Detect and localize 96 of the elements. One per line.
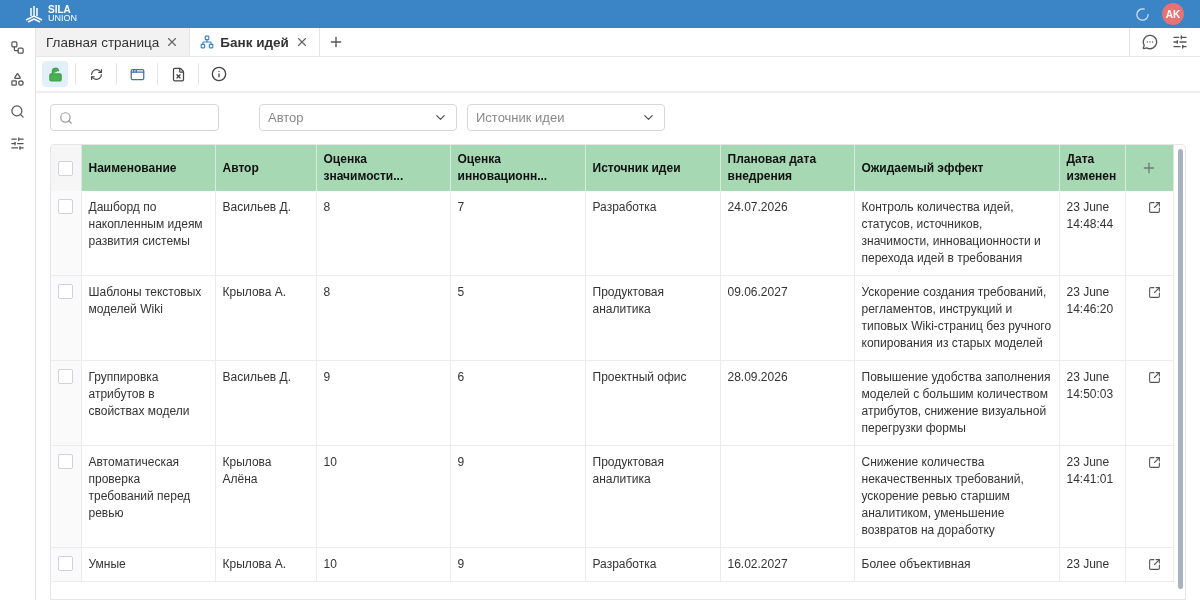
table-cell: 8 [316,191,450,276]
time-text: 14:46:20 [1066,301,1115,318]
row-checkbox[interactable] [58,284,73,299]
column-header[interactable]: Наименование [81,145,215,191]
table-cell: Снижение количества некачественных требований, ускорение ревью старшим аналитиком, уменьшение возвратов на доработку [854,445,1059,548]
table-cell: Ускорение создания требований, регламентов, инструкций и типовых Wiki-страниц без ручного копирования из старых моделей [854,275,1059,361]
window-icon [129,66,145,82]
time-text: 14:50:03 [1066,386,1115,403]
date-text: 23 June [1066,556,1111,573]
column-header[interactable]: Дата изменен [1059,145,1125,191]
table-cell: 09.06.2027 [720,275,854,361]
row-checkbox[interactable] [58,556,73,571]
table-cell: Проектный офис [585,360,720,446]
table-cell: 16.02.2027 [720,547,854,582]
table-cell: Дашборд по накопленным идеям развития системы [81,191,215,276]
time-text: 14:41:01 [1066,471,1115,488]
search-button[interactable] [10,104,25,119]
table-cell: 9 [450,547,585,582]
date-text: 23 June [1066,199,1111,216]
external-link-icon [1147,456,1161,469]
info-icon [211,66,227,82]
date-text: 23 June [1066,284,1111,301]
table-cell: 28.09.2026 [720,360,854,446]
logo[interactable]: SILA UNION [24,5,77,23]
external-link-icon [1147,201,1161,214]
diagram-icon [10,40,25,55]
author-dropdown[interactable]: Автор [259,104,457,131]
table-cell: 6 [450,360,585,446]
open-link-button[interactable] [1147,371,1161,384]
column-header[interactable]: Ожидаемый эффект [854,145,1059,191]
table-cell: Автоматическая проверка требований перед ревью [81,445,215,548]
column-header[interactable]: Оценка инновационн... [450,145,585,191]
date-text: 23 June [1066,454,1111,471]
table-cell: Более объективная [854,547,1059,582]
tab[interactable]: Главная страница [36,28,191,56]
column-header[interactable]: Оценка значимости... [316,145,450,191]
open-link-button[interactable] [1147,456,1161,469]
open-link-button[interactable] [1147,201,1161,214]
row-checkbox[interactable] [58,454,73,469]
table-cell: Повышение удобства заполнения моделей с большим количеством атрибутов, снижение визуальной перегрузки формы [854,360,1059,446]
hierarchy-icon [200,35,215,49]
column-header[interactable]: Автор [215,145,316,191]
settings-icon[interactable] [1172,34,1188,50]
table-cell: 24.07.2026 [720,191,854,276]
logo-text: UNION [48,14,77,23]
logo-text: SILA [48,5,72,14]
row-checkbox[interactable] [58,199,73,214]
time-text: 14:48:44 [1066,216,1115,233]
settings-icon [10,136,25,151]
file-icon [170,66,186,82]
table-cell: Группировка атрибутов в свойствах модели [81,360,215,446]
table-cell: Умные [81,547,215,582]
search-icon [10,104,25,119]
table-cell: Крылова А. [215,275,316,361]
table-cell: 10 [316,445,450,548]
table-cell: Контроль количества идей, статусов, источников, значимости, инновационности и перехода идей в требования [854,191,1059,276]
date-text: 23 June [1066,369,1111,386]
search-icon [59,110,73,125]
table-cell: Шаблоны текстовых моделей Wiki [81,275,215,361]
search-field[interactable] [50,104,219,131]
select-all-checkbox[interactable] [58,160,73,176]
table-cell: Разработка [585,191,720,276]
chat-icon[interactable] [1142,34,1158,50]
table-cell: Васильев Д. [215,360,316,446]
diagram-button[interactable] [10,40,25,55]
shapes-button[interactable] [10,72,25,87]
external-link-icon [1147,371,1161,384]
table-cell: Разработка [585,547,720,582]
external-link-icon [1147,558,1161,571]
refresh-icon [89,67,103,81]
column-header[interactable]: Плановая дата внедрения [720,145,854,191]
table-cell: 5 [450,275,585,361]
table-cell: Продуктовая аналитика [585,445,720,548]
external-link-icon [1147,286,1161,299]
table-cell: Крылова А. [215,547,316,582]
row-checkbox[interactable] [58,369,73,384]
logo-icon [24,5,44,23]
table-cell: 8 [316,275,450,361]
table-cell: 9 [316,360,450,446]
tab-label: Банк идей [220,34,289,50]
column-header[interactable]: Источник идеи [585,145,720,191]
table-cell: Продуктовая аналитика [585,275,720,361]
tab-label: Главная страница [46,34,160,50]
lock-icon [47,66,63,82]
table-cell: 7 [450,191,585,276]
source-dropdown[interactable]: Источник идеи [467,104,665,131]
loading-icon [1135,6,1150,22]
table-cell: Крылова Алёна [215,445,316,548]
table-cell: 9 [450,445,585,548]
plus-icon [1141,160,1157,176]
settings-button[interactable] [10,136,25,151]
table-cell: Васильев Д. [215,191,316,276]
open-link-button[interactable] [1147,558,1161,571]
open-link-button[interactable] [1147,286,1161,299]
table-cell: 10 [316,547,450,582]
shapes-icon [10,72,25,87]
